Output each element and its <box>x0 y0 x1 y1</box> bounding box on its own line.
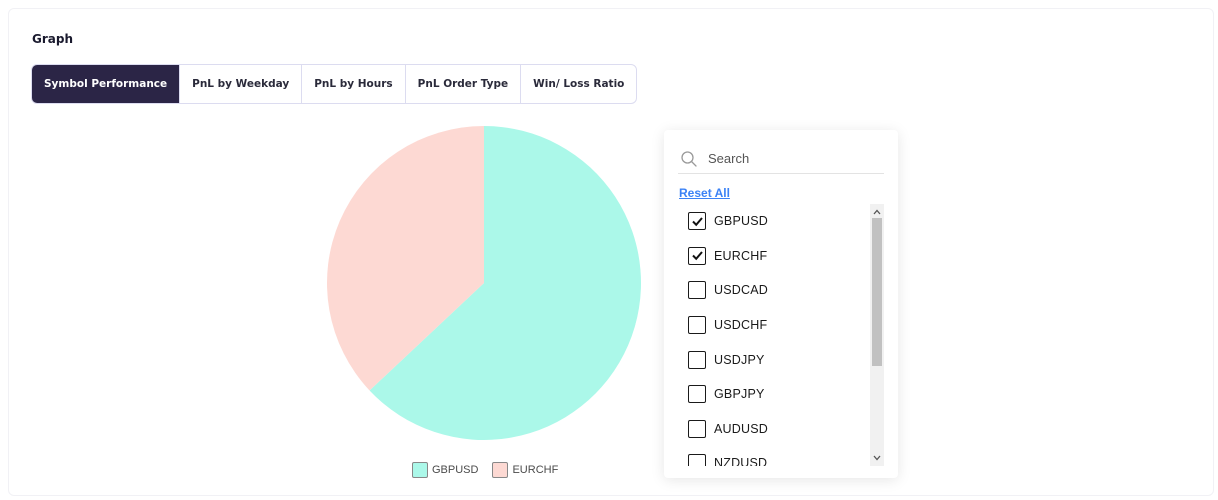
chart-legend: GBPUSD EURCHF <box>412 462 558 478</box>
search-row <box>678 144 884 174</box>
symbol-list: GBPUSD EURCHF USDCAD USDCHF USDJPY GBPJPY AUDU… <box>678 204 870 466</box>
symbol-option-label: GBPJPY <box>714 387 765 402</box>
legend-swatch-eurchf <box>492 462 509 478</box>
legend-label-gbpusd: GBPUSD <box>432 464 479 476</box>
scrollbar-thumb[interactable] <box>872 218 882 366</box>
symbol-filter-dropdown: Reset All GBPUSD EURCHF USDCAD USDCHF USDJPY… <box>664 130 898 478</box>
symbol-option-gbpjpy[interactable]: GBPJPY <box>678 377 870 412</box>
symbol-option-eurchf[interactable]: EURCHF <box>678 239 870 274</box>
check-icon <box>691 251 703 261</box>
checkbox[interactable] <box>688 454 706 466</box>
symbol-option-audusd[interactable]: AUDUSD <box>678 412 870 447</box>
checkbox[interactable] <box>688 385 706 404</box>
chevron-up-icon[interactable] <box>870 206 884 218</box>
legend-item-gbpusd[interactable]: GBPUSD <box>412 462 478 478</box>
symbol-option-label: USDJPY <box>714 352 765 367</box>
checkbox[interactable] <box>688 316 706 335</box>
check-icon <box>691 217 703 227</box>
search-input[interactable] <box>708 146 868 171</box>
checkbox[interactable] <box>688 281 706 300</box>
symbol-option-label: USDCHF <box>714 318 768 333</box>
symbol-option-label: GBPUSD <box>714 214 768 229</box>
symbol-option-usdjpy[interactable]: USDJPY <box>678 342 870 377</box>
symbol-option-usdcad[interactable]: USDCAD <box>678 273 870 308</box>
scrollbar[interactable] <box>870 204 884 466</box>
symbol-option-label: EURCHF <box>714 248 768 263</box>
chevron-down-icon[interactable] <box>870 452 884 464</box>
symbol-option-label: USDCAD <box>714 283 768 298</box>
checkbox[interactable] <box>688 246 706 265</box>
symbol-option-label: NZDUSD <box>714 456 768 466</box>
legend-label-eurchf: EURCHF <box>512 464 559 476</box>
symbol-option-label: AUDUSD <box>714 421 768 436</box>
pie-chart <box>326 126 641 441</box>
legend-swatch-gbpusd <box>412 462 428 478</box>
reset-all-link[interactable]: Reset All <box>679 186 730 200</box>
symbol-option-nzdusd[interactable]: NZDUSD <box>678 446 870 466</box>
checkbox[interactable] <box>688 419 706 438</box>
symbol-option-gbpusd[interactable]: GBPUSD <box>678 204 870 239</box>
legend-item-eurchf[interactable]: EURCHF <box>492 462 558 478</box>
checkbox[interactable] <box>688 212 706 231</box>
symbol-option-usdchf[interactable]: USDCHF <box>678 308 870 343</box>
checkbox[interactable] <box>688 350 706 369</box>
search-icon <box>680 150 698 168</box>
